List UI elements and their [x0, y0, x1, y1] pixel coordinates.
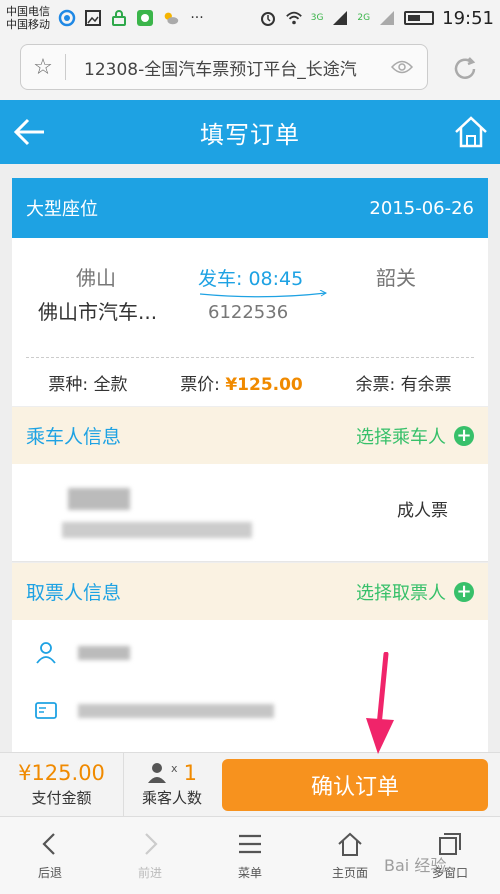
annotation-arrow-icon	[366, 652, 394, 754]
carrier-2: 中国移动	[6, 18, 50, 31]
page-title-url[interactable]: 12308-全国汽车票预订平台_长途汽	[66, 55, 377, 80]
collector-section-header: 取票人信息 选择取票人 +	[12, 562, 488, 620]
signal-2-icon	[378, 9, 396, 27]
pax-label: 乘客人数	[141, 789, 202, 807]
route-arrow-icon	[200, 290, 328, 298]
toolbar-forward[interactable]: 前进	[100, 817, 200, 894]
back-arrow-icon[interactable]	[10, 112, 50, 152]
toolbar-menu[interactable]: 菜单	[200, 817, 300, 894]
page-title: 填写订单	[200, 120, 300, 149]
passenger-section-header: 乘车人信息 选择乘车人 +	[12, 406, 488, 464]
forward-icon	[145, 833, 158, 855]
collector-section-title: 取票人信息	[26, 582, 122, 604]
status-right: 3G 2G 19:51	[259, 8, 494, 29]
reader-mode-icon[interactable]	[377, 55, 427, 79]
passenger-type: 成人票	[397, 501, 448, 521]
passenger-id-blurred	[62, 522, 252, 538]
total-amount: ¥125.00	[18, 761, 105, 785]
select-passenger-label: 选择乘车人	[356, 426, 446, 448]
toolbar-back-label: 后退	[37, 866, 62, 880]
confirm-order-button[interactable]: 确认订单	[222, 759, 488, 811]
collector-id-blurred	[78, 704, 274, 718]
ticket-kind: 票种: 全款	[48, 374, 128, 395]
from-station: 佛山市汽车...	[38, 300, 158, 324]
clock: 19:51	[442, 7, 494, 29]
collector-name-blurred	[78, 646, 130, 660]
person-icon	[36, 642, 56, 664]
toolbar-forward-label: 前进	[137, 866, 162, 880]
toolbar-back[interactable]: 后退	[0, 817, 100, 894]
alarm-icon	[259, 9, 277, 27]
pax-multiplier: x	[171, 761, 178, 775]
toolbar-home-label: 主页面	[331, 866, 368, 880]
order-card: 大型座位 2015-06-26 佛山 佛山市汽车... 发车: 08:45 61…	[12, 178, 488, 778]
signal-2g-label: 2G	[357, 13, 371, 23]
address-bar[interactable]: ☆ 12308-全国汽车票预订平台_长途汽	[20, 44, 428, 90]
weather-icon	[162, 9, 180, 27]
toolbar-menu-label: 菜单	[237, 866, 262, 880]
app-header: 填写订单	[0, 100, 500, 164]
signal-3g-label: 3G	[310, 13, 324, 23]
wechat-notification-icon	[136, 9, 154, 27]
bus-number: 6122536	[208, 302, 289, 323]
ticket-price-label: 票价:	[180, 374, 226, 395]
select-collector-button[interactable]: 选择取票人 +	[356, 579, 474, 605]
back-icon	[42, 833, 55, 855]
home-icon	[338, 832, 362, 856]
battery-icon	[404, 11, 435, 25]
browser-address-row: ☆ 12308-全国汽车票预订平台_长途汽	[0, 36, 500, 100]
passenger-row[interactable]: 成人票	[12, 464, 488, 562]
passenger-count-block: x 1 乘客人数	[124, 753, 220, 816]
passenger-name-blurred	[68, 488, 130, 510]
carrier-names: 中国电信 中国移动	[6, 5, 50, 31]
more-icon: ···	[190, 10, 204, 26]
to-city: 韶关	[376, 266, 416, 290]
watermark: Bai 经验	[384, 856, 447, 875]
total-block: ¥125.00 支付金额	[0, 753, 124, 816]
passenger-section-title: 乘车人信息	[26, 426, 122, 448]
ticket-price: 票价: ¥125.00	[180, 370, 303, 395]
reload-icon[interactable]	[448, 54, 482, 84]
browser-notification-icon	[58, 9, 76, 27]
from-city: 佛山	[76, 266, 116, 290]
ticket-price-value: ¥125.00	[225, 374, 303, 395]
pax-top: x 1	[147, 761, 197, 785]
select-collector-label: 选择取票人	[356, 582, 446, 604]
person-count-icon	[148, 763, 167, 783]
travel-date: 2015-06-26	[369, 197, 474, 219]
pax-count: 1	[183, 761, 197, 785]
status-bar: 中国电信 中国移动 ··· 3G 2G 19:51	[0, 0, 500, 36]
select-passenger-button[interactable]: 选择乘车人 +	[356, 423, 474, 449]
ticket-details: 票种: 全款 票价: ¥125.00 余票: 有余票	[12, 358, 488, 406]
wifi-icon	[285, 9, 303, 27]
departure-time: 发车: 08:45	[198, 268, 304, 290]
lock-notification-icon	[110, 9, 128, 27]
add-circle-icon: +	[454, 425, 474, 446]
notification-icons: ···	[58, 9, 206, 27]
ticket-header: 大型座位 2015-06-26	[12, 178, 488, 238]
total-label: 支付金额	[31, 789, 92, 807]
menu-icon	[239, 834, 261, 854]
bookmark-star-icon[interactable]: ☆	[21, 55, 65, 80]
seat-type: 大型座位	[26, 199, 98, 220]
image-notification-icon	[84, 9, 102, 27]
route-info: 佛山 佛山市汽车... 发车: 08:45 6122536 韶关	[26, 238, 474, 358]
home-icon[interactable]	[452, 112, 490, 152]
remaining-tickets: 余票: 有余票	[355, 374, 452, 395]
order-action-bar: ¥125.00 支付金额 x 1 乘客人数 确认订单	[0, 752, 500, 816]
carrier-1: 中国电信	[6, 5, 50, 18]
collector-info	[12, 620, 488, 740]
add-circle-icon: +	[454, 581, 474, 602]
id-card-icon	[35, 702, 57, 719]
signal-icon	[331, 9, 349, 27]
